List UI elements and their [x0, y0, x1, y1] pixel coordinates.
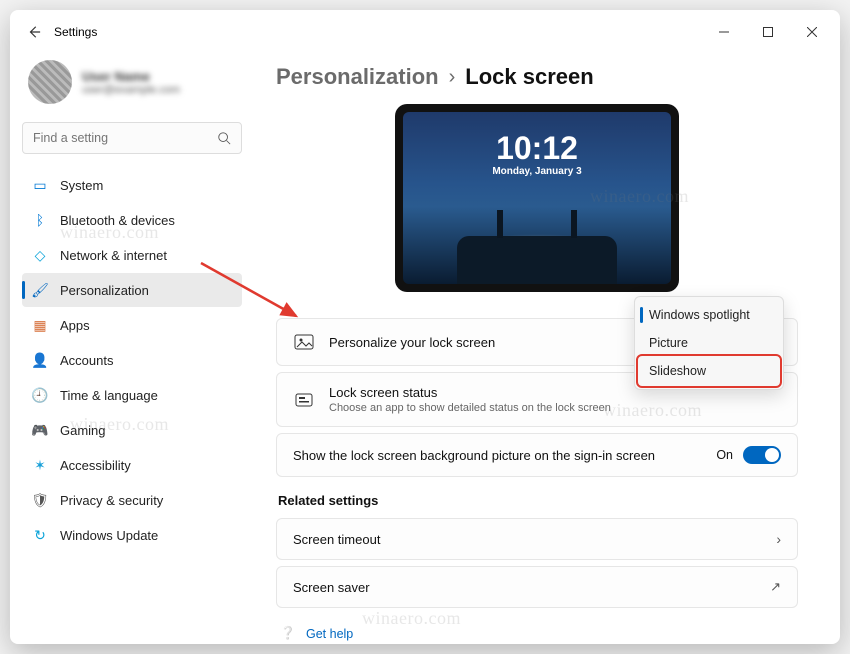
row-signin-picture: Show the lock screen background picture … — [276, 433, 798, 477]
dropdown-item-slideshow[interactable]: Slideshow — [639, 357, 779, 385]
card-title: Personalize your lock screen — [329, 335, 495, 350]
sidebar-item-accessibility[interactable]: ✶ Accessibility — [22, 448, 242, 482]
titlebar: Settings — [10, 10, 840, 54]
sidebar-item-label: Apps — [60, 318, 90, 333]
device-frame: 10:12 Monday, January 3 — [395, 104, 679, 292]
section-related-settings: Related settings — [278, 493, 798, 508]
sidebar-item-label: Accounts — [60, 353, 113, 368]
external-link-icon: ↗ — [770, 579, 781, 595]
toggle-label: Show the lock screen background picture … — [293, 448, 655, 463]
avatar — [28, 60, 72, 104]
status-icon — [293, 389, 315, 411]
sidebar-item-label: Accessibility — [60, 458, 131, 473]
app-title: Settings — [54, 25, 97, 39]
user-name: User Name — [82, 69, 180, 84]
sidebar-item-accounts[interactable]: 👤 Accounts — [22, 343, 242, 377]
card-title: Lock screen status — [329, 385, 611, 400]
maximize-icon — [763, 27, 773, 37]
breadcrumb-parent[interactable]: Personalization — [276, 64, 439, 90]
search-box[interactable] — [22, 122, 242, 154]
lock-screen-source-dropdown: Windows spotlight Picture Slideshow — [634, 296, 784, 390]
card-screen-saver[interactable]: Screen saver ↗ — [276, 566, 798, 608]
sidebar-item-system[interactable]: ▭ System — [22, 168, 242, 202]
lock-screen-preview: 10:12 Monday, January 3 — [276, 104, 798, 292]
sidebar-item-label: Bluetooth & devices — [60, 213, 175, 228]
dropdown-item-spotlight[interactable]: Windows spotlight — [639, 301, 779, 329]
sidebar-item-time[interactable]: 🕘 Time & language — [22, 378, 242, 412]
search-input[interactable] — [33, 131, 217, 145]
close-icon — [807, 27, 817, 37]
page-title: Lock screen — [465, 64, 593, 90]
help-icon: ❔ — [280, 626, 296, 641]
window-controls — [702, 14, 834, 50]
update-icon: ↻ — [32, 527, 48, 543]
sidebar-item-label: Network & internet — [60, 248, 167, 263]
preview-time: 10:12 — [496, 132, 578, 164]
user-block[interactable]: User Name user@example.com — [22, 54, 242, 118]
sidebar-nav: ▭ System ᛒ Bluetooth & devices ◇ Network & … — [22, 168, 242, 552]
chevron-right-icon: › — [449, 66, 456, 89]
sidebar-item-apps[interactable]: ▦ Apps — [22, 308, 242, 342]
close-button[interactable] — [790, 14, 834, 50]
sidebar-item-network[interactable]: ◇ Network & internet — [22, 238, 242, 272]
search-icon — [217, 131, 231, 145]
brush-icon: 🖌 — [32, 282, 48, 298]
sidebar-item-label: Personalization — [60, 283, 149, 298]
sidebar-item-personalization[interactable]: 🖌 Personalization — [22, 273, 242, 307]
sidebar-item-update[interactable]: ↻ Windows Update — [22, 518, 242, 552]
sidebar: User Name user@example.com ▭ System ᛒ Blue… — [10, 54, 254, 644]
card-title: Screen saver — [293, 580, 370, 595]
toggle-state: On — [716, 448, 733, 462]
wifi-icon: ◇ — [32, 247, 48, 263]
preview-screen: 10:12 Monday, January 3 — [403, 112, 671, 284]
minimize-button[interactable] — [702, 14, 746, 50]
back-button[interactable] — [16, 14, 52, 50]
card-subtitle: Choose an app to show detailed status on… — [329, 402, 611, 414]
preview-date: Monday, January 3 — [492, 166, 581, 177]
dropdown-item-picture[interactable]: Picture — [639, 329, 779, 357]
apps-icon: ▦ — [32, 317, 48, 333]
sidebar-item-label: Gaming — [60, 423, 106, 438]
gaming-icon: 🎮 — [32, 422, 48, 438]
sidebar-item-privacy[interactable]: 🛡 Privacy & security — [22, 483, 242, 517]
card-screen-timeout[interactable]: Screen timeout › — [276, 518, 798, 560]
sidebar-item-label: System — [60, 178, 103, 193]
toggle-switch[interactable] — [743, 446, 781, 464]
settings-window: Settings User Name user@example.com ▭ Sys… — [10, 10, 840, 644]
accessibility-icon: ✶ — [32, 457, 48, 473]
user-email: user@example.com — [82, 84, 180, 96]
clock-icon: 🕘 — [32, 387, 48, 403]
minimize-icon — [719, 27, 729, 37]
chevron-right-icon: › — [776, 531, 781, 547]
shield-icon: 🛡 — [32, 492, 48, 508]
bluetooth-icon: ᛒ — [32, 212, 48, 228]
breadcrumb: Personalization › Lock screen — [276, 64, 798, 90]
sidebar-item-label: Windows Update — [60, 528, 158, 543]
arrow-left-icon — [27, 25, 41, 39]
link-get-help[interactable]: ❔Get help — [280, 622, 798, 644]
card-title: Screen timeout — [293, 532, 380, 547]
sidebar-item-gaming[interactable]: 🎮 Gaming — [22, 413, 242, 447]
sidebar-item-label: Privacy & security — [60, 493, 163, 508]
system-icon: ▭ — [32, 177, 48, 193]
person-icon: 👤 — [32, 352, 48, 368]
sidebar-item-bluetooth[interactable]: ᛒ Bluetooth & devices — [22, 203, 242, 237]
maximize-button[interactable] — [746, 14, 790, 50]
picture-icon — [293, 331, 315, 353]
sidebar-item-label: Time & language — [60, 388, 158, 403]
help-links: ❔Get help 💬Give feedback — [276, 622, 798, 644]
